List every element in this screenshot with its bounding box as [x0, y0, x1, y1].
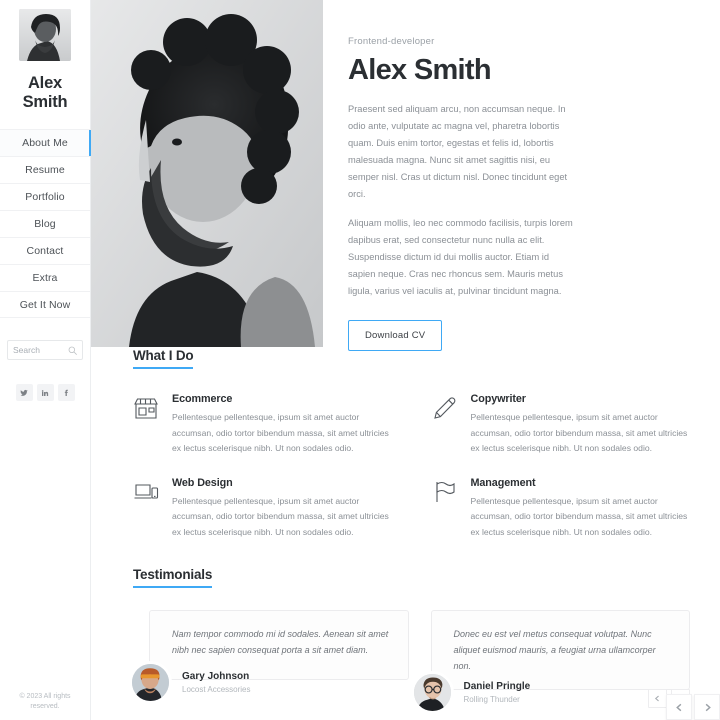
- sidebar-nav: About Me Resume Portfolio Blog Contact E…: [0, 129, 91, 318]
- download-cv-button[interactable]: Download CV: [348, 320, 443, 351]
- hero-role: Frontend-developer: [348, 36, 435, 47]
- sidebar-item-portfolio[interactable]: Portfolio: [0, 183, 90, 210]
- service-item-copywriter: Copywriter Pellentesque pellentesque, ip…: [432, 393, 691, 457]
- hero-photo: [91, 0, 323, 347]
- sidebar-item-label: Portfolio: [25, 191, 65, 203]
- service-title: Ecommerce: [172, 393, 233, 405]
- twitter-icon: [20, 389, 28, 396]
- service-description: Pellentesque pellentesque, ipsum sit ame…: [172, 495, 389, 537]
- service-description: Pellentesque pellentesque, ipsum sit ame…: [172, 412, 389, 453]
- flag-icon: [432, 479, 458, 505]
- sidebar-item-get-it-now[interactable]: Get It Now: [0, 291, 90, 318]
- sidebar-item-resume[interactable]: Resume: [0, 156, 90, 183]
- service-item-web-design: Web Design Pellentesque pellentesque, ip…: [133, 477, 392, 541]
- page-prev-button[interactable]: [666, 694, 692, 720]
- service-title: Web Design: [172, 476, 233, 489]
- service-item-ecommerce: Ecommerce Pellentesque pellentesque, ips…: [133, 393, 392, 457]
- sidebar-item-label: Extra: [32, 272, 58, 284]
- testimonial-author-role: Locost Accessories: [182, 685, 251, 694]
- hero-name: Alex Smith: [348, 54, 492, 86]
- chevron-left-icon: [654, 695, 659, 702]
- laptop-mobile-icon: [133, 479, 159, 505]
- testimonial-quote: Nam tempor commodo mi id sodales. Aenean…: [172, 629, 389, 655]
- social-link-twitter[interactable]: [15, 384, 33, 401]
- sidebar-item-contact[interactable]: Contact: [0, 237, 90, 264]
- facebook-icon: [64, 389, 68, 396]
- social-links: [15, 384, 75, 401]
- testimonial-author-name: Gary Johnson: [182, 671, 250, 682]
- service-item-management: Management Pellentesque pellentesque, ip…: [432, 477, 691, 541]
- search-icon: [68, 346, 77, 355]
- sidebar-item-blog[interactable]: Blog: [0, 210, 90, 237]
- storefront-icon: [133, 395, 159, 421]
- chevron-left-icon: [675, 703, 681, 711]
- page-nav: [666, 694, 720, 720]
- hero-text: Frontend-developer Alex Smith Praesent s…: [323, 0, 720, 351]
- avatar-image: [19, 9, 71, 61]
- sidebar-item-label: Blog: [34, 218, 56, 230]
- hero-section: Frontend-developer Alex Smith Praesent s…: [91, 0, 720, 351]
- avatar: [19, 9, 71, 61]
- what-i-do-title: What I Do: [133, 348, 194, 369]
- sidebar-item-extra[interactable]: Extra: [0, 264, 90, 291]
- hero-portrait-image: [91, 0, 323, 347]
- pencil-icon: [432, 395, 458, 421]
- social-link-facebook[interactable]: [57, 384, 75, 401]
- portfolio-page: Alex Smith About Me Resume Portfolio Blo…: [0, 0, 720, 720]
- testimonials-section: Testimonials Nam tempor commodo mi id so…: [91, 566, 720, 720]
- sidebar-item-label: Resume: [25, 164, 65, 176]
- social-link-linkedin[interactable]: [36, 384, 54, 401]
- sidebar-item-label: Get It Now: [19, 298, 71, 311]
- gary-johnson-avatar-image: [132, 664, 169, 701]
- hero-paragraph-1: Praesent sed aliquam arcu, non accumsan …: [348, 104, 568, 199]
- hero-paragraph-2: Aliquam mollis, leo nec commodo facilisi…: [348, 218, 573, 296]
- testimonial-author: Gary Johnson Locost Accessories: [129, 661, 409, 704]
- copyright-text: © 2023 All rights reserved.: [19, 693, 71, 710]
- chevron-right-icon: [705, 703, 711, 711]
- search-input[interactable]: [13, 345, 68, 355]
- page-next-button[interactable]: [694, 694, 720, 720]
- sidebar: Alex Smith About Me Resume Portfolio Blo…: [0, 0, 91, 720]
- testimonial-author-role: Rolling Thunder: [463, 695, 520, 704]
- daniel-pringle-avatar-image: [413, 674, 451, 711]
- testimonials-grid: Nam tempor commodo mi id sodales. Aenean…: [129, 610, 690, 714]
- testimonials-title: Testimonials: [133, 567, 212, 588]
- avatar: [129, 661, 172, 704]
- search-box[interactable]: [7, 340, 83, 360]
- service-title: Copywriter: [470, 393, 527, 405]
- testimonial-card-gary-johnson: Nam tempor commodo mi id sodales. Aenean…: [129, 610, 409, 714]
- services-grid: Ecommerce Pellentesque pellentesque, ips…: [133, 393, 690, 540]
- service-description: Pellentesque pellentesque, ipsum sit ame…: [470, 495, 688, 537]
- testimonial-author-name: Daniel Pringle: [463, 681, 531, 692]
- avatar: [410, 671, 454, 714]
- sidebar-item-label: Contact: [26, 245, 64, 257]
- service-description: Pellentesque pellentesque, ipsum sit ame…: [470, 412, 688, 453]
- page-title: Alex Smith: [22, 74, 68, 111]
- what-i-do-section: What I Do Ecommerce Pellentesque pellent…: [91, 347, 720, 540]
- sidebar-item-label: About Me: [22, 137, 68, 149]
- service-title: Management: [470, 476, 536, 489]
- testimonial-quote: Donec eu est vel metus consequat volutpa…: [453, 629, 656, 671]
- linkedin-icon: [41, 389, 49, 396]
- testimonials-prev-button[interactable]: [648, 689, 667, 708]
- sidebar-item-about-me[interactable]: About Me: [0, 129, 91, 156]
- main-content: Frontend-developer Alex Smith Praesent s…: [91, 0, 720, 720]
